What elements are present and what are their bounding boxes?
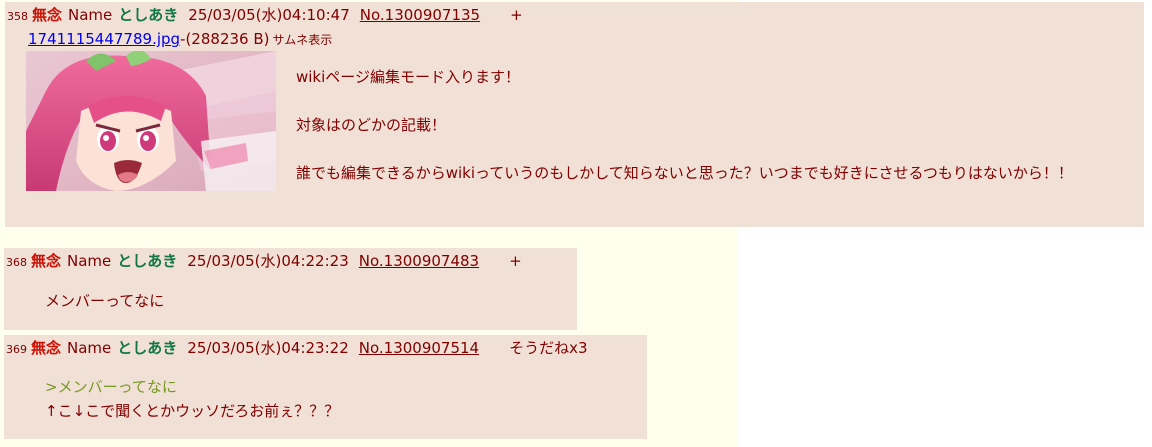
comment-line: 誰でも編集できるからwikiっていうのもしかして知らないと思った？いつまでも好き… [296,164,1073,182]
post-subject: 無念 [31,339,62,357]
reply-post: 368 無念 Name としあき 25/03/05(水)04:22:23 No.13009… [4,248,577,330]
post-subject: 無念 [32,6,63,24]
post-number-link[interactable]: No.1300907483 [359,252,479,270]
post-datetime: 25/03/05(水)04:23:22 [187,339,349,357]
poster-name: としあき [118,6,179,24]
file-info: 1741115447789.jpg-(288236 B) サムネ表示 [28,29,332,50]
thumbnail-toggle-link[interactable]: サムネ表示 [272,33,332,47]
delete-button[interactable]: + [509,252,522,270]
reply-post: 369 無念 Name としあき 25/03/05(水)04:23:22 No.13009… [4,335,647,439]
post-thumbnail[interactable] [26,51,276,191]
poster-name: としあき [117,252,178,270]
post-header: 358 無念 Name としあき 25/03/05(水)04:10:47 No.13009… [7,5,523,27]
post-number-link[interactable]: No.1300907514 [359,339,479,357]
comment-line: wikiページ編集モード入ります！ [296,68,520,86]
soudane-button[interactable]: そうだねx3 [509,339,587,357]
name-label: Name [68,6,113,24]
post-subject: 無念 [31,252,62,270]
post-header: 368 無念 Name としあき 25/03/05(水)04:22:23 No.13009… [6,251,522,273]
post-comment: wikiページ編集モード入ります！ 対象はのどかの記載！ 誰でも編集できるからw… [296,65,1116,185]
delete-button[interactable]: + [510,6,523,24]
post-datetime: 25/03/05(水)04:22:23 [187,252,349,270]
line-break [296,89,1116,113]
comment-line: 対象はのどかの記載！ [296,116,447,134]
post-comment: >メンバーってなに ↑こ↓こで聞くとかウッソだろお前ぇ？？？ [45,375,339,423]
comment-line: ↑こ↓こで聞くとかウッソだろお前ぇ？？？ [45,402,340,420]
file-link[interactable]: 1741115447789.jpg [28,30,180,48]
quote-line: >メンバーってなに [45,378,177,396]
reply-number: 368 [6,256,27,269]
post-header: 369 無念 Name としあき 25/03/05(水)04:23:22 No.13009… [6,338,588,360]
poster-name: としあき [117,339,178,357]
name-label: Name [67,252,112,270]
reply-number: 358 [7,10,28,23]
reply-number: 369 [6,343,27,356]
line-break [296,137,1116,161]
post-datetime: 25/03/05(水)04:10:47 [188,6,350,24]
post-number-link[interactable]: No.1300907135 [360,6,480,24]
file-size: -(288236 B) [180,30,270,48]
comment-line: メンバーってなに [45,292,165,310]
reply-post: 358 無念 Name としあき 25/03/05(水)04:10:47 No.13009… [5,2,1144,227]
name-label: Name [67,339,112,357]
anime-girl-thumbnail-image [26,51,276,191]
post-comment: メンバーってなに [45,289,164,313]
